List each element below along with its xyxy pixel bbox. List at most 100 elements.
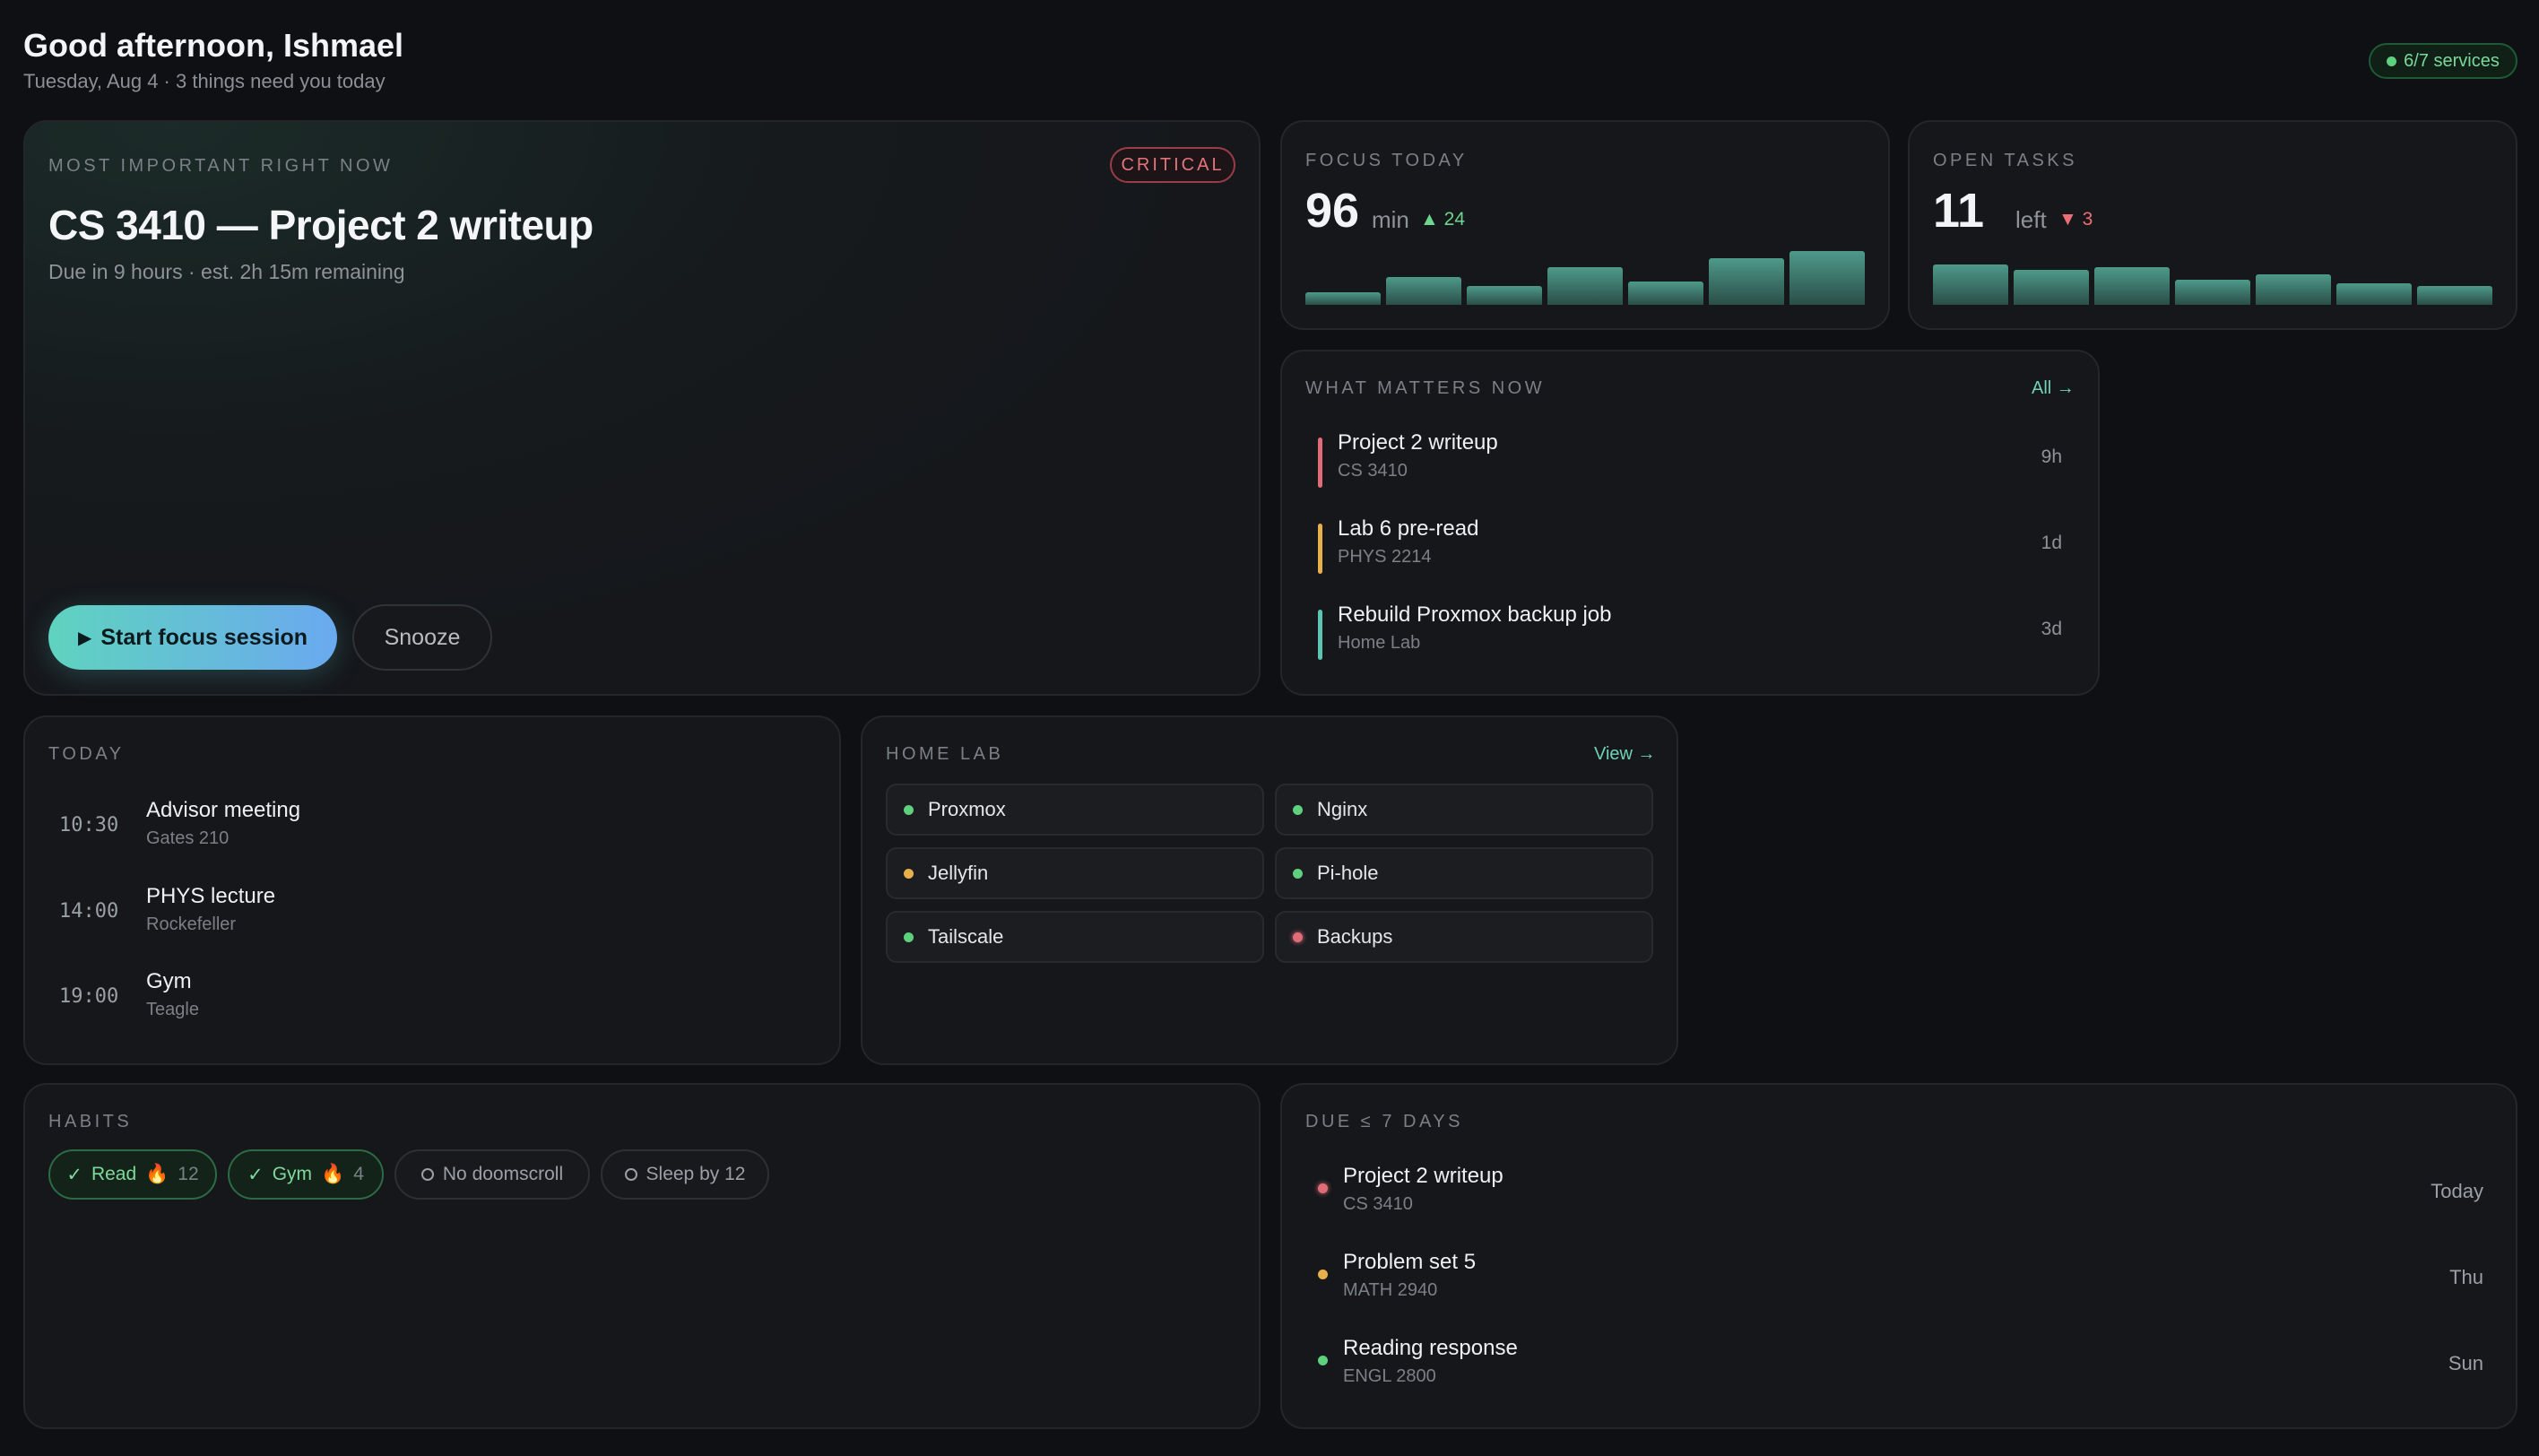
due-course: CS 3410 [1343,1194,1413,1214]
priority-indicator [1318,524,1322,574]
due-item[interactable]: Problem set 5 MATH 2940 Thu [1318,1250,2483,1313]
due-title: Reading response [1343,1336,1518,1360]
event-time: 19:00 [59,985,119,1008]
service-name: Nginx [1317,798,1368,820]
priority-indicator [1318,438,1322,488]
chart-bar [1305,292,1381,305]
calendar-event[interactable]: 14:00 PHYS lecture Rockefeller [59,884,803,947]
start-focus-button[interactable]: ▶ Start focus session [48,605,337,670]
habit-name: Read [91,1164,137,1184]
priority-item-time: 1d [2041,533,2062,553]
chart-bar [1628,282,1703,305]
calendar-event[interactable]: 19:00 Gym Teagle [59,969,803,1032]
focus-label: FOCUS TODAY [1305,151,1468,170]
priority-label: MOST IMPORTANT RIGHT NOW [48,156,394,176]
status-dot-icon [904,804,914,815]
chart-bar [2175,280,2250,305]
view-link[interactable]: View → [1594,744,1656,765]
due-item[interactable]: Project 2 writeup CS 3410 Today [1318,1164,2483,1226]
priority-indicator [1318,610,1322,660]
due-course: MATH 2940 [1343,1280,1438,1300]
service-nginx[interactable]: Nginx [1275,784,1653,836]
service-name: Tailscale [928,925,1004,948]
event-title: Advisor meeting [146,798,301,822]
focus-value: 96 [1305,184,1360,238]
priority-subtitle: Due in 9 hours · est. 2h 15m remaining [48,260,405,283]
priority-item[interactable]: Rebuild Proxmox backup job Home Lab 3d [1318,602,2062,665]
tasks-delta: ▼ 3 [2058,209,2093,230]
priority-item-course: Home Lab [1338,633,1421,653]
habits-card [23,1083,1261,1429]
start-focus-label: Start focus session [100,624,308,650]
focus-delta: ▲ 24 [1420,209,1465,230]
service-name: Pi-hole [1317,862,1379,884]
due-date: Sun [2448,1352,2483,1374]
status-dot-icon [1293,868,1303,879]
priority-item[interactable]: Lab 6 pre-read PHYS 2214 1d [1318,516,2062,579]
flame-icon: 🔥 [145,1164,169,1184]
due-label: DUE ≤ 7 DAYS [1305,1112,1463,1131]
tasks-value: 11 [1933,184,1985,238]
focus-delta-value: 24 [1443,209,1465,230]
what-matters-label: WHAT MATTERS NOW [1305,378,1546,398]
service-jellyfin[interactable]: Jellyfin [886,847,1264,899]
service-name: Jellyfin [928,862,989,884]
habit-gym[interactable]: ✓ Gym 🔥 4 [228,1149,384,1200]
critical-badge: CRITICAL [1110,147,1235,183]
due-item[interactable]: Reading response ENGL 2800 Sun [1318,1336,2483,1399]
priority-title: CS 3410 — Project 2 writeup [48,202,594,248]
status-dot-icon [2387,56,2397,66]
service-name: Proxmox [928,798,1006,820]
services-status-badge[interactable]: 6/7 services [2369,43,2517,79]
play-icon: ▶ [77,628,92,648]
habit-sleep[interactable]: Sleep by 12 [601,1149,769,1200]
due-title: Project 2 writeup [1343,1164,1503,1188]
priority-item-time: 9h [2041,446,2062,467]
habits-label: HABITS [48,1112,133,1131]
priority-item-course: CS 3410 [1338,461,1408,481]
greeting-title: Good afternoon, Ishmael [23,27,404,64]
service-backups[interactable]: Backups [1275,911,1653,963]
service-name: Backups [1317,925,1393,948]
chart-bar [2094,267,2170,305]
circle-icon [624,1168,637,1181]
due-date: Thu [2449,1266,2483,1288]
habit-name: No doomscroll [442,1164,564,1184]
arrow-up-icon: ▲ [1420,209,1439,230]
all-link[interactable]: All → [2032,378,2075,399]
chart-bar [1467,286,1542,305]
chart-bar [2417,286,2492,305]
priority-item-title: Rebuild Proxmox backup job [1338,602,1612,627]
circle-icon [420,1168,434,1181]
chart-bar [1547,267,1623,305]
service-pihole[interactable]: Pi-hole [1275,847,1653,899]
tasks-label: OPEN TASKS [1933,151,2077,170]
event-time: 14:00 [59,900,119,923]
event-location: Teagle [146,1000,199,1019]
habit-no-doomscroll[interactable]: No doomscroll [394,1149,590,1200]
status-dot-icon [1293,804,1303,815]
chart-bar [2336,283,2412,305]
due-date: Today [2431,1180,2483,1202]
priority-item[interactable]: Project 2 writeup CS 3410 9h [1318,430,2062,493]
home-lab-label: HOME LAB [886,744,1004,764]
event-location: Rockefeller [146,914,237,934]
service-proxmox[interactable]: Proxmox [886,784,1264,836]
tasks-unit: left [2015,206,2047,233]
habit-read[interactable]: ✓ Read 🔥 12 [48,1149,217,1200]
event-time: 10:30 [59,814,119,836]
check-icon: ✓ [66,1164,82,1185]
calendar-event[interactable]: 10:30 Advisor meeting Gates 210 [59,798,803,861]
chart-bar [1709,258,1784,305]
greeting-subline: Tuesday, Aug 4 · 3 things need you today [23,70,386,92]
due-course: ENGL 2800 [1343,1366,1436,1386]
service-tailscale[interactable]: Tailscale [886,911,1264,963]
status-dot-icon [904,932,914,942]
due-title: Problem set 5 [1343,1250,1477,1274]
habit-name: Gym [272,1164,313,1184]
chart-bar [2014,270,2089,305]
snooze-button[interactable]: Snooze [352,604,492,671]
chart-bar [2256,274,2331,305]
tasks-delta-value: 3 [2082,209,2093,230]
chart-bar [1386,277,1461,305]
